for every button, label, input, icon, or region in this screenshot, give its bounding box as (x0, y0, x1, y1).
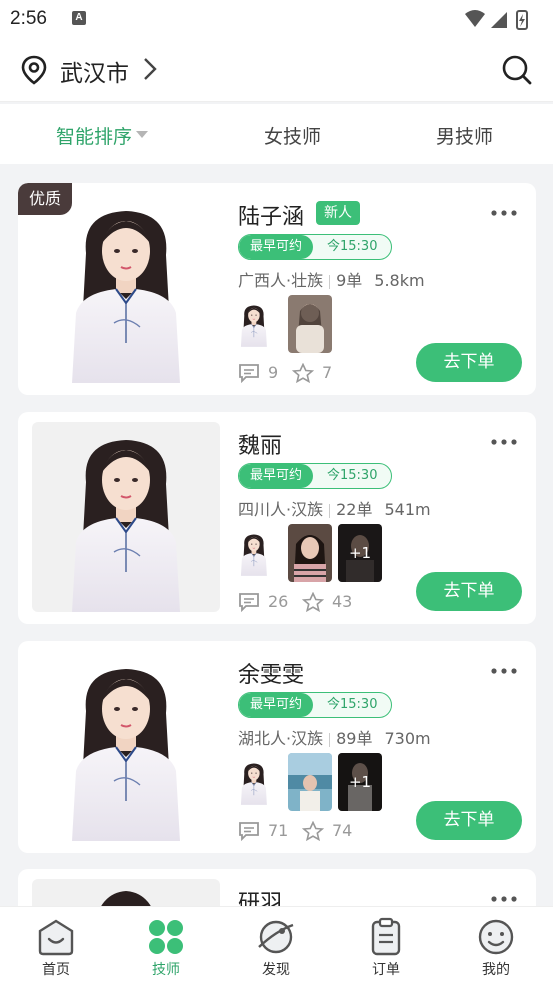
favorite-count: 74 (332, 821, 353, 840)
thumbnail[interactable] (238, 295, 282, 353)
thumbnail[interactable]: +1 (338, 524, 382, 582)
thumbnail[interactable] (288, 524, 332, 582)
thumbnail[interactable] (288, 753, 332, 811)
comment-icon (238, 592, 260, 616)
quality-badge: 优质 (18, 183, 72, 215)
comment-count: 9 (268, 363, 279, 382)
place-order-button[interactable]: 去下单 (416, 343, 522, 382)
bottom-navigation: 首页 技师 发现 订单 我的 (0, 906, 553, 984)
place-order-button[interactable]: 去下单 (416, 572, 522, 611)
sort-tabs: 智能排序 女技师 男技师 (0, 104, 553, 164)
thumbnail[interactable] (288, 295, 332, 353)
system-status-icons (463, 8, 543, 36)
therapist-card[interactable]: 魏丽 最早可约 今15:30 四川人·汉族 22单 541m +1 26 43 去下… (18, 412, 536, 624)
therapist-photo[interactable] (32, 422, 220, 612)
caret-down-icon (136, 131, 149, 138)
search-icon[interactable] (501, 54, 533, 90)
therapist-name: 魏丽 (238, 434, 283, 459)
place-order-button[interactable]: 去下单 (416, 801, 522, 840)
therapist-card[interactable]: 优质 陆子涵 新人 最早可约 今15:30 广西人·壮族 9单 5.8km 9 7 … (18, 183, 536, 395)
tab-female-therapist[interactable]: 女技师 (264, 122, 321, 149)
therapist-photo[interactable] (32, 651, 220, 841)
discover-planet-icon (256, 917, 296, 957)
more-options-icon[interactable] (490, 661, 518, 680)
more-photos-count: +1 (338, 524, 382, 582)
thumbnail[interactable] (238, 753, 282, 811)
nav-discover[interactable]: 发现 (236, 907, 316, 984)
chevron-right-icon[interactable] (142, 56, 158, 86)
signal-icon (491, 12, 507, 28)
more-options-icon[interactable] (490, 203, 518, 222)
wifi-icon (465, 10, 485, 27)
therapist-name: 余雯雯 (238, 663, 305, 688)
thumbnail[interactable]: +1 (338, 753, 382, 811)
nav-orders[interactable]: 订单 (346, 907, 426, 984)
location-pin-icon[interactable] (20, 55, 48, 89)
home-icon (36, 917, 76, 957)
more-photos-count: +1 (338, 753, 382, 811)
profile-smiley-icon (476, 917, 516, 957)
therapist-grid-icon (146, 917, 186, 957)
nav-profile[interactable]: 我的 (456, 907, 536, 984)
nav-home[interactable]: 首页 (16, 907, 96, 984)
availability-pill: 最早可约 今15:30 (238, 463, 392, 489)
status-time: 2:56 (10, 8, 47, 29)
comment-icon (238, 821, 260, 845)
therapist-photo[interactable] (32, 193, 220, 383)
new-badge: 新人 (316, 201, 360, 225)
therapist-card[interactable]: 余雯雯 最早可约 今15:30 湖北人·汉族 89单 730m +1 71 74 去… (18, 641, 536, 853)
favorite-count: 7 (322, 363, 333, 382)
comment-count: 26 (268, 592, 289, 611)
comment-icon (238, 363, 260, 387)
notification-a-icon: A (72, 11, 86, 25)
therapist-info: 广西人·壮族 9单 5.8km (238, 271, 425, 290)
order-clipboard-icon (366, 917, 406, 957)
comment-count: 71 (268, 821, 289, 840)
city-selector[interactable]: 武汉市 (60, 54, 129, 88)
therapist-name: 陆子涵 (238, 205, 305, 230)
star-icon (301, 820, 325, 845)
availability-pill: 最早可约 今15:30 (238, 234, 392, 260)
thumbnail[interactable] (238, 524, 282, 582)
status-bar: 2:56 A (0, 0, 553, 40)
tab-male-therapist[interactable]: 男技师 (436, 122, 493, 149)
favorite-count: 43 (332, 592, 353, 611)
availability-pill: 最早可约 今15:30 (238, 692, 392, 718)
nav-therapist[interactable]: 技师 (126, 907, 206, 984)
more-options-icon[interactable] (490, 432, 518, 451)
star-icon (291, 362, 315, 387)
star-icon (301, 591, 325, 616)
therapist-info: 湖北人·汉族 89单 730m (238, 729, 431, 748)
location-header: 武汉市 (0, 40, 553, 102)
therapist-info: 四川人·汉族 22单 541m (238, 500, 431, 519)
tab-smart-sort[interactable]: 智能排序 (56, 122, 149, 149)
